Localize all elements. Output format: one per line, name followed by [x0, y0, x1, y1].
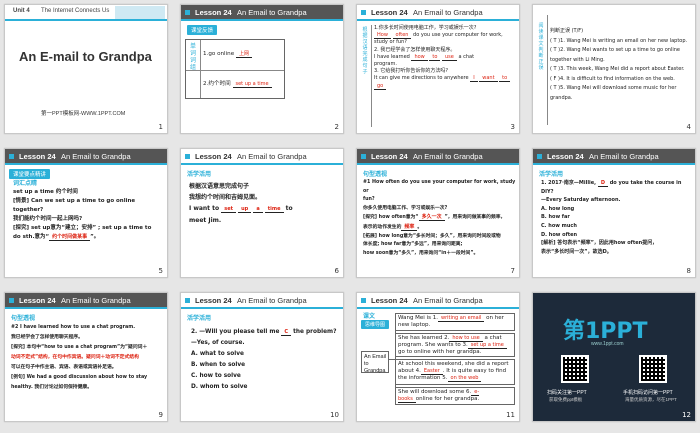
lesson-topic: An Email to Grandpa — [237, 8, 307, 17]
bullet-square-icon — [185, 154, 190, 159]
exercise-text: 根据汉语意思完成句子 我想约个时间和吉姆见面。 I want to set up… — [189, 183, 293, 224]
unit-label: Unit 4 — [13, 8, 30, 14]
section-subtag: 思维导图 — [361, 320, 390, 329]
qr-code-right — [639, 355, 667, 383]
slide-number: 10 — [330, 411, 339, 419]
slide-header: Lesson 24 An Email to Grandpa — [357, 293, 519, 309]
slide-thumbnail-4[interactable]: 阅读课文判断正误 判断正误 (T/F) ( T )1. Wang Mei is … — [532, 4, 696, 134]
bullet-square-icon — [9, 154, 14, 159]
unit-title: The Internet Connects Us — [41, 8, 110, 14]
sentence-explanation: #1 How often do you use your computer fo… — [363, 180, 516, 256]
slide-number: 6 — [334, 267, 339, 275]
true-false-list: 判断正误 (T/F) ( T )1. Wang Mei is writing a… — [550, 28, 688, 101]
slide-header: Lesson 24 An Email to Grandpa — [181, 149, 343, 165]
slide-source: 第一PPT模板网-WWW.1PPT.COM — [41, 111, 126, 117]
slide-number: 7 — [510, 267, 515, 275]
slide-thumbnail-11[interactable]: Lesson 24 An Email to Grandpa 课文 思维导图 An… — [356, 292, 520, 422]
slide-number: 2 — [334, 123, 339, 131]
bullet-square-icon — [537, 154, 542, 159]
slide-thumbnail-12[interactable]: 第1PPT www.1ppt.com 扫码关注第一PPT 获取免费ppt模板 手… — [532, 292, 696, 422]
slide-number: 11 — [506, 411, 515, 419]
slide-thumbnail-1[interactable]: Unit 4 The Internet Connects Us An E-mai… — [4, 4, 168, 134]
sentence-explanation: #2 I have learned how to use a chat prog… — [11, 325, 148, 390]
multiple-choice: 2. —Will you please tell me C the proble… — [191, 329, 337, 390]
mind-map-node-2: She has learned 2. how to use a chat prog… — [395, 333, 515, 357]
bullet-square-icon — [9, 298, 14, 303]
slide-header: Lesson 24 An Email to Grandpa — [5, 149, 167, 165]
slide-header: Lesson 24 An Email to Grandpa — [181, 5, 343, 21]
slide-thumbnail-2[interactable]: Lesson 24 An Email to Grandpa 课堂反馈 单词词组 … — [180, 4, 344, 134]
vocab-table: 单词词组 1.go online 上网 2.约个时间 set up a time — [185, 39, 285, 99]
brand-url: www.1ppt.com — [591, 341, 624, 347]
slide-number: 5 — [158, 267, 163, 275]
slide-thumbnail-10[interactable]: Lesson 24 An Email to Grandpa 活学活用 2. —W… — [180, 292, 344, 422]
section-tag: 课文 — [363, 314, 376, 320]
side-label: 阅读课文判断正误 — [538, 23, 544, 71]
slide-thumbnail-5[interactable]: Lesson 24 An Email to Grandpa 课堂要点精讲 词汇点… — [4, 148, 168, 278]
lesson-label: Lesson 24 — [195, 8, 232, 17]
slide-header: Lesson 24 An Email to Grandpa — [5, 293, 167, 309]
bullet-square-icon — [361, 154, 366, 159]
section-tag: 活学活用 — [539, 172, 564, 178]
slide-number: 8 — [686, 267, 691, 275]
qr-code-left — [561, 355, 589, 383]
qr-caption-left: 扫码关注第一PPT — [547, 390, 587, 396]
slide-thumbnail-7[interactable]: Lesson 24 An Email to Grandpa 句型透视 #1 Ho… — [356, 148, 520, 278]
mind-map-center: An Email to Grandpa — [361, 351, 389, 374]
slide-title: An E-mail to Grandpa — [19, 49, 152, 64]
section-tag: 活学活用 — [187, 316, 212, 322]
slide-thumbnail-6[interactable]: Lesson 24 An Email to Grandpa 活学活用 根据汉语意… — [180, 148, 344, 278]
slide-number: 1 — [158, 123, 163, 131]
slide-number: 12 — [682, 411, 691, 419]
section-tag: 课堂要点精讲 — [9, 169, 51, 179]
slide-thumbnail-8[interactable]: Lesson 24 An Email to Grandpa 活学活用 1. 20… — [532, 148, 696, 278]
qr-sub-right: 海量优质资源，尽在1PPT — [625, 397, 677, 402]
bullet-square-icon — [185, 10, 190, 15]
exercise-text: 1.你多长时间使用电脑工作，学习或娱乐一次? How often do you … — [374, 25, 511, 90]
slide-header: Lesson 24 An Email to Grandpa — [357, 5, 519, 21]
bullet-square-icon — [361, 10, 366, 15]
slide-number: 3 — [510, 123, 515, 131]
slide-thumbnail-3[interactable]: Lesson 24 An Email to Grandpa 根据汉语完成句子 1… — [356, 4, 520, 134]
slide-header: Lesson 24 An Email to Grandpa — [181, 293, 343, 309]
slide-number: 9 — [158, 411, 163, 419]
qr-caption-right: 手机扫码访问第一PPT — [623, 390, 673, 396]
bullet-square-icon — [185, 298, 190, 303]
section-tag: 句型透视 — [11, 316, 36, 322]
section-tag: 句型透视 — [363, 172, 388, 178]
bullet-square-icon — [361, 298, 366, 303]
qr-sub-left: 获取免费ppt模板 — [549, 397, 583, 402]
side-label: 根据汉语完成句子 — [362, 27, 368, 75]
vocab-explanation: 词汇点睛 set up a time 约个时间 [情景] Can we set … — [13, 180, 152, 241]
mind-map-node-4: She will download some 6. e-books online f… — [395, 387, 515, 405]
mind-map-node-3: At school this weekend, she did a report… — [395, 359, 515, 385]
section-tag: 活学活用 — [187, 172, 212, 178]
slide-thumbnail-9[interactable]: Lesson 24 An Email to Grandpa 句型透视 #2 I … — [4, 292, 168, 422]
mind-map-node-1: Wang Mei is 1. writing an email on her ne… — [395, 313, 515, 331]
section-tag: 课堂反馈 — [187, 25, 218, 35]
multiple-choice: 1. 2017·南京—Millie, D do you take the cou… — [541, 180, 682, 255]
slide-header: Lesson 24 An Email to Grandpa — [533, 149, 695, 165]
slide-header: Lesson 24 An Email to Grandpa — [357, 149, 519, 165]
slide-number: 4 — [686, 123, 691, 131]
